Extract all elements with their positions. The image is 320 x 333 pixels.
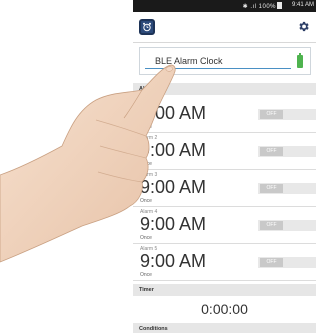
timer-value[interactable]: 0:00:00 [133, 298, 316, 320]
alarm-time[interactable]: 9:00 AM [140, 251, 206, 272]
alarm-toggle-knob: OFF [260, 110, 283, 119]
alarm-toggle[interactable]: OFF [258, 183, 316, 194]
alarm-toggle-knob: OFF [260, 258, 283, 267]
settings-gear-icon[interactable] [297, 20, 310, 33]
app-icon[interactable] [139, 19, 155, 35]
battery-icon [297, 53, 303, 68]
alarm-toggle[interactable]: OFF [258, 146, 316, 157]
device-panel: BLE Alarm Clock [139, 47, 311, 75]
alarm-repeat: Once [140, 161, 152, 167]
conditions-section-header: Conditions [133, 323, 316, 333]
alarm-row[interactable]: Alarm 1 9:00 AM Once OFF [133, 96, 316, 133]
alarm-toggle-knob: OFF [260, 147, 283, 156]
alarm-row[interactable]: Alarm 3 9:00 AM Once OFF [133, 170, 316, 207]
alarm-time[interactable]: 9:00 AM [140, 103, 206, 124]
status-icons: ✱ .ıl 100% [243, 2, 282, 10]
status-bar: ✱ .ıl 100% 9:41 AM [133, 0, 316, 12]
timer-section-header: Timer [133, 284, 316, 296]
status-battery-icon [277, 2, 282, 9]
app-bar [133, 12, 316, 43]
alarm-time[interactable]: 9:00 AM [140, 214, 206, 235]
phone-screen: ✱ .ıl 100% 9:41 AM BLE Alarm Clock Alarm… [133, 0, 316, 333]
alarm-time[interactable]: 9:00 AM [140, 177, 206, 198]
alarm-repeat: Once [140, 124, 152, 130]
alarm-row[interactable]: Alarm 5 9:00 AM Once OFF [133, 244, 316, 281]
alarm-row[interactable]: Alarm 2 9:00 AM Once OFF [133, 133, 316, 170]
alarm-toggle[interactable]: OFF [258, 109, 316, 120]
status-time: 9:41 AM [291, 2, 314, 8]
device-name-field[interactable]: BLE Alarm Clock [145, 55, 291, 69]
alarm-toggle[interactable]: OFF [258, 220, 316, 231]
alarm-repeat: Once [140, 235, 152, 241]
alarm-row[interactable]: Alarm 4 9:00 AM Once OFF [133, 207, 316, 244]
alarm-toggle-knob: OFF [260, 184, 283, 193]
alarms-section-header: Alarms [133, 83, 316, 95]
alarm-toggle[interactable]: OFF [258, 257, 316, 268]
alarm-toggle-knob: OFF [260, 221, 283, 230]
alarm-repeat: Once [140, 198, 152, 204]
alarm-repeat: Once [140, 272, 152, 278]
alarm-time[interactable]: 9:00 AM [140, 140, 206, 161]
